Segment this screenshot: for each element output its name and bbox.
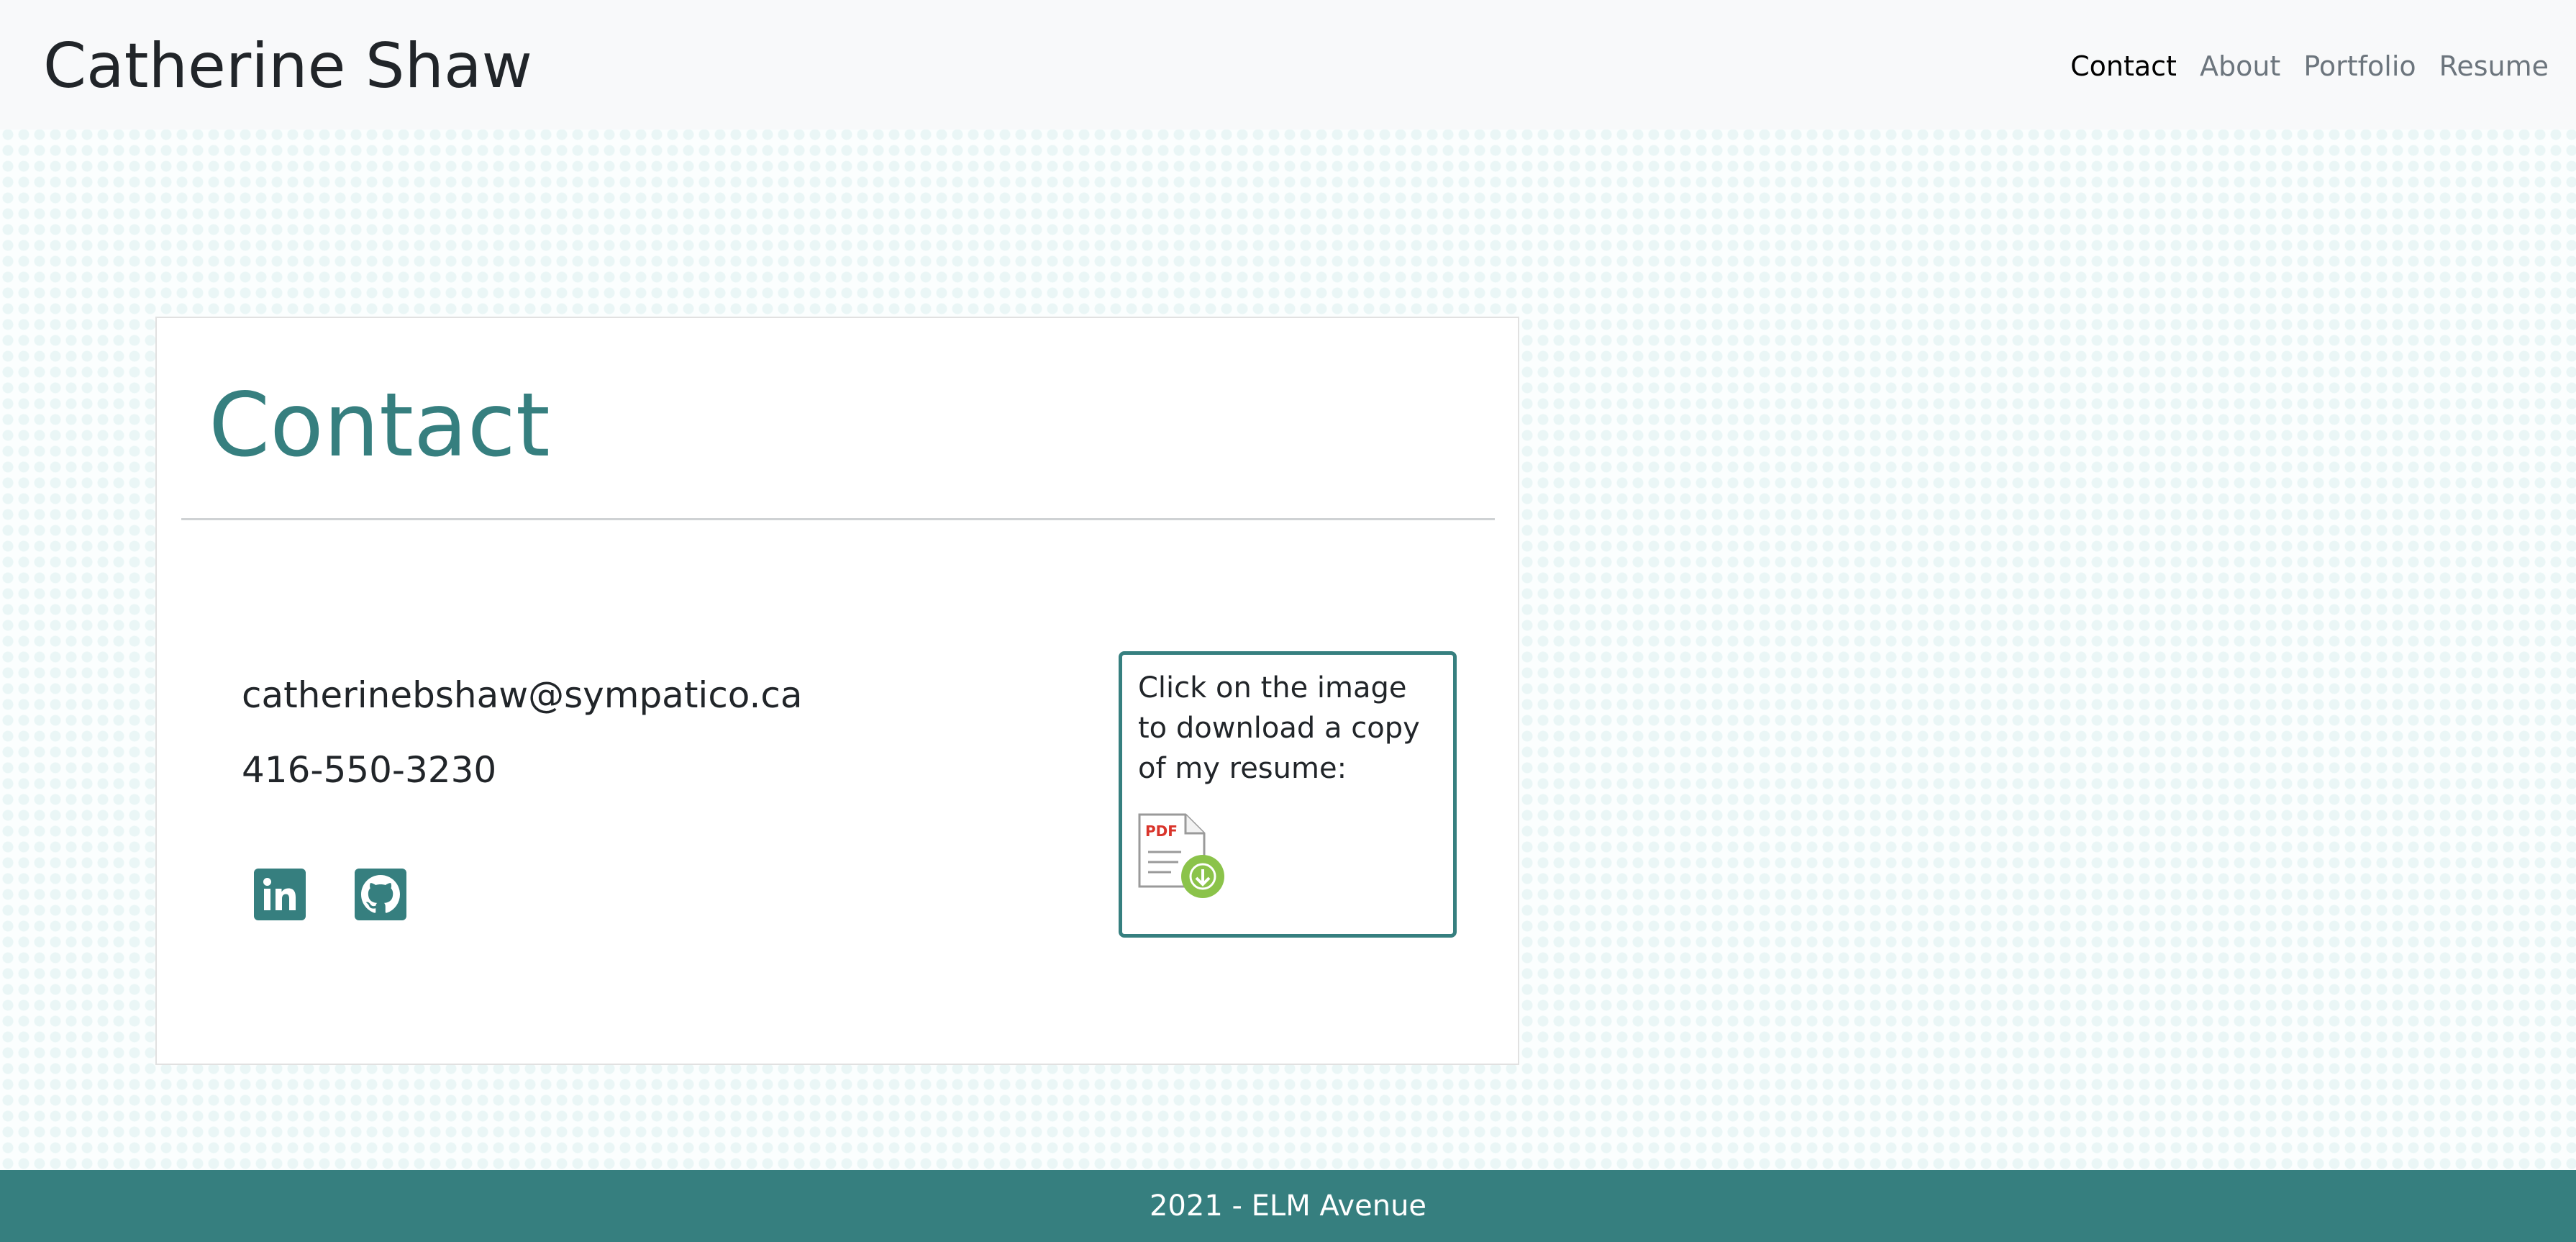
main-nav: Contact About Portfolio Resume xyxy=(2070,42,2549,91)
nav-link-about[interactable]: About xyxy=(2200,42,2280,91)
resume-download-link[interactable]: PDF xyxy=(1138,812,1232,905)
footer: 2021 - ELM Avenue xyxy=(0,1170,2576,1242)
github-icon xyxy=(361,875,400,913)
resume-download-box: Click on the image to download a copy of… xyxy=(1119,651,1457,938)
pdf-download-icon: PDF xyxy=(1138,813,1224,898)
resume-instructions: Click on the image to download a copy of… xyxy=(1138,671,1420,785)
github-link[interactable] xyxy=(355,869,406,920)
page-title: Contact xyxy=(209,374,550,476)
nav-link-portfolio[interactable]: Portfolio xyxy=(2303,42,2416,91)
nav-link-resume[interactable]: Resume xyxy=(2439,42,2549,91)
email-address[interactable]: catherinebshaw@sympatico.ca xyxy=(242,671,803,720)
nav-link-contact[interactable]: Contact xyxy=(2070,42,2177,91)
footer-text: 2021 - ELM Avenue xyxy=(1149,1189,1427,1223)
contact-card: Contact catherinebshaw@sympatico.ca 416-… xyxy=(155,317,1519,1065)
phone-number: 416-550-3230 xyxy=(242,749,497,791)
divider xyxy=(181,518,1495,520)
linkedin-icon xyxy=(263,878,296,910)
svg-text:PDF: PDF xyxy=(1145,822,1178,840)
navbar: Catherine Shaw Contact About Portfolio R… xyxy=(0,0,2576,130)
linkedin-link[interactable] xyxy=(254,869,306,920)
site-brand[interactable]: Catherine Shaw xyxy=(43,27,532,105)
